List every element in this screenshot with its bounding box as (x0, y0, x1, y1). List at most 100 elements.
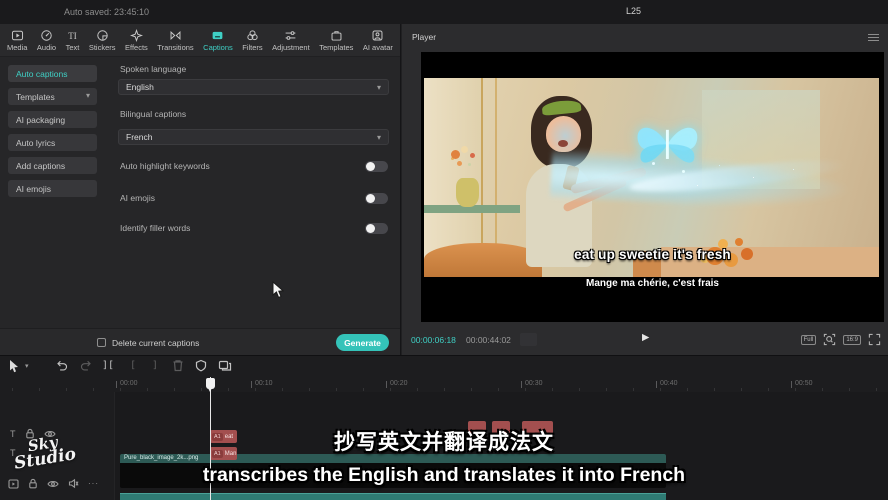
tab-transitions[interactable]: Transitions (157, 29, 193, 52)
delete-clip-button[interactable] (172, 359, 184, 372)
extract-frames-button[interactable] (218, 359, 232, 372)
delete-captions-label: Delete current captions (112, 338, 199, 348)
captions-action-bar: Delete current captions Generate (0, 328, 400, 355)
bilingual-language-select[interactable]: French ▾ (118, 129, 389, 145)
auto-highlight-toggle[interactable] (365, 161, 388, 172)
filler-words-label: Identify filler words (120, 223, 190, 233)
top-bar: Auto saved: 23:45:10 L25 (0, 0, 888, 24)
adjustment-icon (284, 29, 297, 42)
redo-button[interactable] (80, 359, 93, 372)
player-view-options: Full 16:9 (801, 333, 881, 346)
templates-icon (330, 29, 343, 42)
tab-captions[interactable]: Captions (203, 29, 233, 52)
video-viewport[interactable]: eat up sweetie it's fresh Mange ma chéri… (421, 52, 884, 322)
tab-label: Text (66, 43, 80, 52)
ruler-label: 00:20 (390, 380, 408, 387)
sidebar-item-auto-lyrics[interactable]: Auto lyrics (8, 134, 97, 151)
tab-effects[interactable]: Effects (125, 29, 148, 52)
tab-ai-avatar[interactable]: AI avatar (363, 29, 393, 52)
tab-adjustment[interactable]: Adjustment (272, 29, 310, 52)
ruler-label: 00:10 (255, 380, 273, 387)
player-menu-icon[interactable] (868, 34, 879, 43)
tab-audio[interactable]: Audio (37, 29, 56, 52)
select-tool-chevron-icon[interactable]: ▾ (25, 362, 29, 370)
delete-right-button[interactable]: ] (152, 360, 158, 371)
spoken-language-value: English (126, 82, 154, 92)
mask-button[interactable] (195, 359, 207, 372)
tab-filters[interactable]: Filters (242, 29, 262, 52)
full-view-button[interactable]: Full (801, 335, 817, 345)
generate-button[interactable]: Generate (336, 334, 389, 351)
captions-sidebar: Auto captions Templates ▾ AI packaging A… (0, 57, 110, 328)
tab-label: Filters (242, 43, 262, 52)
select-tool-button[interactable] (8, 359, 20, 373)
spoken-language-select[interactable]: English ▾ (118, 79, 389, 95)
bilingual-captions-label: Bilingual captions (120, 109, 186, 119)
filler-words-toggle[interactable] (365, 223, 388, 234)
current-timecode: 00:00:06:18 (411, 335, 456, 345)
autosave-status: Auto saved: 23:45:10 (64, 7, 149, 17)
total-timecode: 00:00:44:02 (466, 335, 511, 345)
playhead-handle[interactable] (206, 378, 215, 389)
tab-label: Audio (37, 43, 56, 52)
player-panel: Player (402, 24, 888, 355)
bilingual-language-value: French (126, 132, 152, 142)
sidebar-item-ai-emojis[interactable]: AI emojis (8, 180, 97, 197)
sidebar-item-label: AI packaging (16, 115, 65, 125)
effects-icon (130, 29, 143, 42)
ai-avatar-icon (371, 29, 384, 42)
sidebar-item-add-captions[interactable]: Add captions (8, 157, 97, 174)
timeline-ruler[interactable]: 00:00 00:10 00:20 00:30 00:40 00:50 (0, 377, 888, 392)
filters-icon (246, 29, 259, 42)
sidebar-item-auto-captions[interactable]: Auto captions (8, 65, 97, 82)
sidebar-item-label: Templates (16, 92, 55, 102)
chevron-down-icon: ▾ (86, 91, 90, 100)
timecode-dropdown[interactable] (520, 333, 537, 346)
delete-captions-checkbox[interactable] (97, 338, 106, 347)
spoken-language-label: Spoken language (120, 64, 186, 74)
scene-vase-left (456, 178, 479, 208)
aspect-ratio-button[interactable]: 16:9 (843, 335, 861, 345)
session-label: L25 (626, 6, 641, 16)
ruler-label: 00:00 (120, 380, 138, 387)
stickers-icon (96, 29, 109, 42)
tab-label: Adjustment (272, 43, 310, 52)
audio-clip[interactable] (120, 493, 666, 500)
tab-text[interactable]: TI Text (66, 29, 80, 52)
video-caption-english: eat up sweetie it's fresh (421, 247, 884, 262)
sidebar-item-templates[interactable]: Templates ▾ (8, 88, 97, 105)
auto-highlight-label: Auto highlight keywords (120, 161, 210, 171)
timeline-toolbar: ▾ ][ [ ] (0, 356, 888, 377)
chevron-down-icon: ▾ (377, 83, 381, 92)
tab-stickers[interactable]: Stickers (89, 29, 116, 52)
ai-emojis-row: AI emojis (120, 191, 388, 205)
ai-emojis-toggle[interactable] (365, 193, 388, 204)
focus-zoom-button[interactable] (823, 333, 836, 346)
player-title: Player (412, 32, 436, 42)
capcut-editor-window: Auto saved: 23:45:10 L25 Media Audio TI … (0, 0, 888, 500)
left-panel: Media Audio TI Text Stickers Effe (0, 24, 401, 355)
sidebar-item-label: Add captions (16, 161, 65, 171)
tab-label: Transitions (157, 43, 193, 52)
scene-flowers-left (451, 150, 460, 159)
tab-media[interactable]: Media (7, 29, 27, 52)
ruler-label: 00:30 (525, 380, 543, 387)
video-caption-french: Mange ma chérie, c'est frais (421, 278, 884, 289)
chevron-down-icon: ▾ (377, 133, 381, 142)
sidebar-item-ai-packaging[interactable]: AI packaging (8, 111, 97, 128)
play-button[interactable]: ▶ (642, 332, 649, 343)
fullscreen-button[interactable] (868, 333, 881, 346)
delete-left-button[interactable]: [ (130, 360, 136, 371)
text-icon: TI (66, 29, 79, 42)
sidebar-item-label: Auto captions (16, 69, 68, 79)
tab-label: Effects (125, 43, 148, 52)
overlay-subtitle-english: transcribes the English and translates i… (0, 464, 888, 487)
filler-words-row: Identify filler words (120, 221, 388, 235)
sidebar-item-label: AI emojis (16, 184, 51, 194)
media-toolbar: Media Audio TI Text Stickers Effe (0, 24, 400, 57)
tab-label: Media (7, 43, 27, 52)
split-clip-button[interactable]: ][ (102, 360, 114, 371)
media-icon (11, 29, 24, 42)
tab-templates[interactable]: Templates (319, 29, 353, 52)
undo-button[interactable] (55, 359, 68, 372)
